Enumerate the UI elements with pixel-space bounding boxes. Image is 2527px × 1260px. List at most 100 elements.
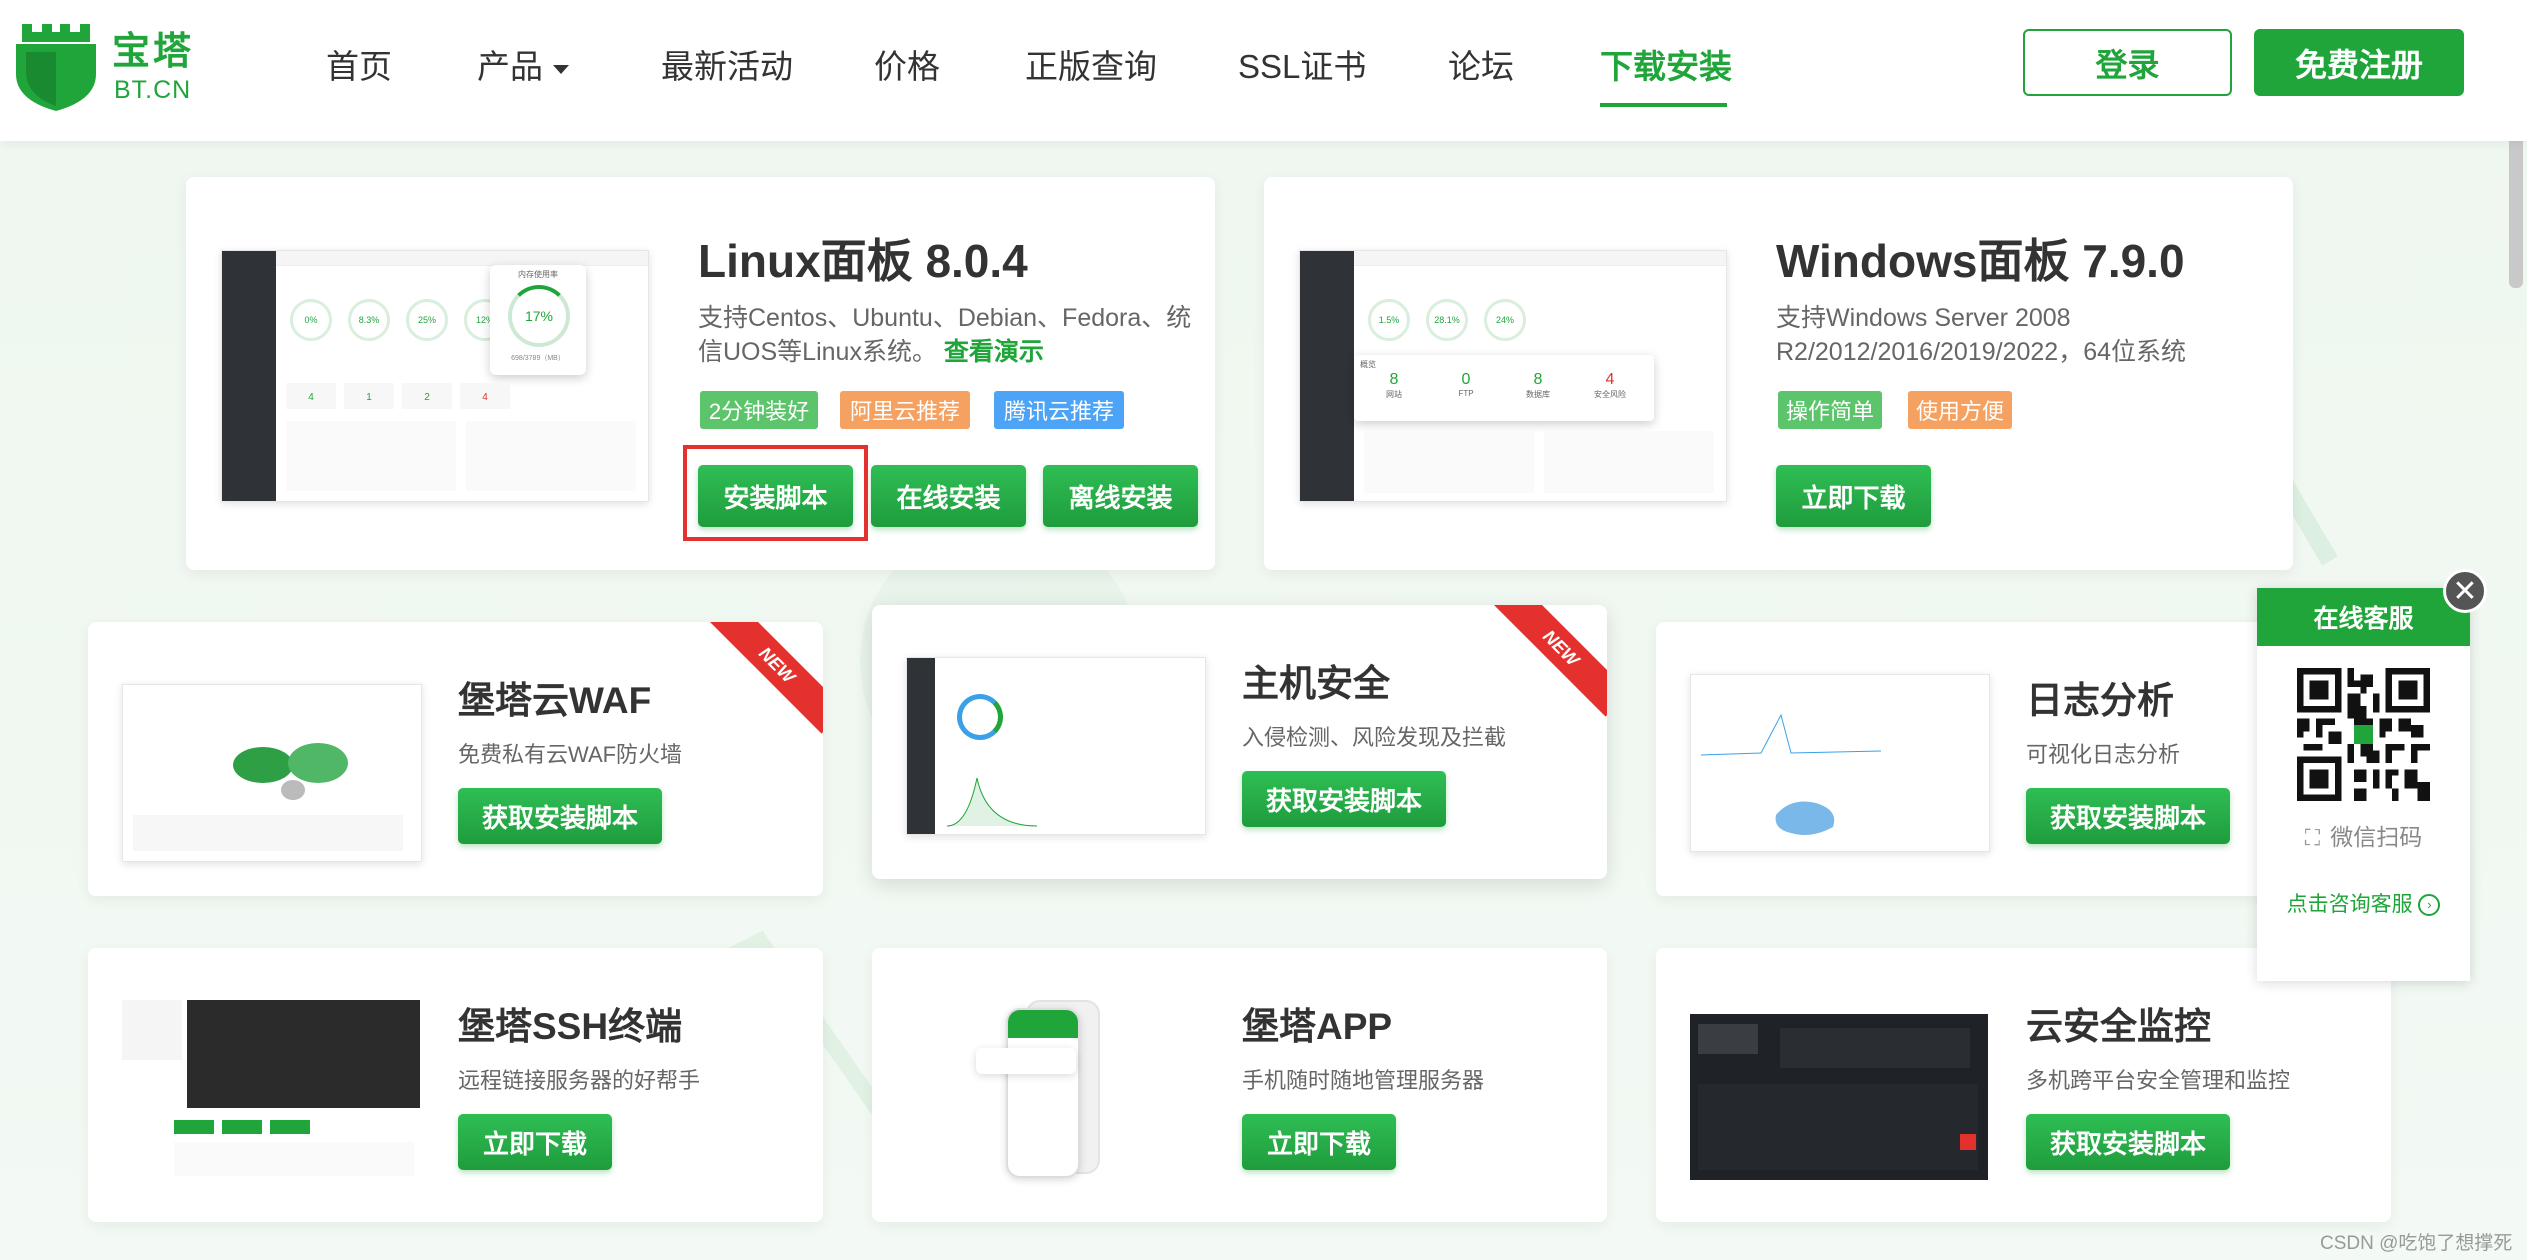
get-script-button[interactable]: 获取安装脚本 xyxy=(2026,1114,2230,1170)
get-script-button[interactable]: 获取安装脚本 xyxy=(2026,788,2230,844)
nav-download[interactable]: 下载安装 xyxy=(1600,40,1732,88)
mock-overview-label: 概览 xyxy=(1360,360,1376,369)
get-script-button[interactable]: 获取安装脚本 xyxy=(458,788,662,844)
scan-icon: ⛶ xyxy=(2304,825,2321,850)
cloud-monitor-screenshot xyxy=(1690,1014,1988,1180)
nav-forum[interactable]: 论坛 xyxy=(1448,40,1514,88)
donut-chart-icon xyxy=(957,694,1003,740)
mock-gauge-cpu: 0% xyxy=(290,299,332,341)
login-button[interactable]: 登录 xyxy=(2023,29,2232,96)
host-security-screenshot xyxy=(906,657,1206,835)
close-icon[interactable]: ✕ xyxy=(2443,569,2487,613)
mock-overview-popup: 概览 8 网站 0 FTP 8 数据库 4 安全风险 xyxy=(1354,355,1654,421)
line-chart-icon xyxy=(947,777,1037,827)
nav-license-check[interactable]: 正版查询 xyxy=(1025,40,1157,88)
mock-memory-sub: 698/3789（MB） xyxy=(511,355,565,362)
windows-download-button[interactable]: 立即下载 xyxy=(1776,465,1931,527)
mock-stat-site: 8 网站 xyxy=(1364,371,1424,400)
mock-software-grid xyxy=(1364,431,1534,493)
caret-down-icon xyxy=(553,64,569,74)
linux-panel-title: Linux面板 8.0.4 xyxy=(698,235,1028,287)
logo-text[interactable]: 宝塔 xyxy=(112,20,194,75)
nav-products[interactable]: 产品 xyxy=(477,40,569,88)
product-title: 堡塔云WAF xyxy=(458,680,652,721)
tag-tencent: 腾讯云推荐 xyxy=(994,391,1124,429)
service-scan-label: 微信扫码 xyxy=(2330,824,2423,850)
log-analysis-screenshot xyxy=(1690,674,1990,852)
monitor-table xyxy=(1698,1084,1978,1170)
bt-logo-icon[interactable] xyxy=(14,14,98,112)
alert-chip xyxy=(1960,1134,1976,1150)
line-chart-icon xyxy=(1701,713,1881,756)
logo-domain[interactable]: BT.CN xyxy=(114,76,191,105)
app-screenshot xyxy=(976,1000,1136,1178)
product-card-cloud-monitor: 云安全监控 多机跨平台安全管理和监控 获取安装脚本 xyxy=(1656,948,2391,1222)
product-title: 日志分析 xyxy=(2026,680,2174,721)
waf-table xyxy=(133,815,403,851)
get-script-button[interactable]: 获取安装脚本 xyxy=(1242,771,1446,827)
tag-easy: 操作简单 xyxy=(1778,391,1882,429)
product-desc: 手机随时随地管理服务器 xyxy=(1242,1068,1485,1093)
mock-count-risk: 4 xyxy=(460,383,510,409)
windows-panel-title: Windows面板 7.9.0 xyxy=(1776,235,2185,287)
product-card-host-security: 主机安全 入侵检测、风险发现及拦截 获取安装脚本 NEW xyxy=(872,605,1607,879)
mock-sidebar xyxy=(222,251,276,501)
mock-count-ftp: 1 xyxy=(344,383,394,409)
product-card-ssh: 堡塔SSH终端 远程链接服务器的好帮手 立即下载 xyxy=(88,948,823,1222)
online-service-widget: 在线客服 ⛶ 微信扫码 点击咨询客服 › xyxy=(2257,588,2470,981)
mock-stat-value: 8 xyxy=(1389,371,1399,388)
mock-stat-value: 0 xyxy=(1461,371,1471,388)
mock-topbar xyxy=(276,251,648,266)
monitor-dots-panel xyxy=(1780,1028,1970,1068)
mock-memory-gauge: 17% xyxy=(508,285,570,347)
mock-traffic-chart xyxy=(466,421,636,491)
download-button[interactable]: 立即下载 xyxy=(458,1114,612,1170)
china-map-icon xyxy=(1775,801,1835,835)
terminal-window xyxy=(187,1000,420,1108)
app-popup xyxy=(976,1048,1076,1074)
phone-front xyxy=(1006,1008,1080,1178)
register-button[interactable]: 免费注册 xyxy=(2254,29,2464,96)
mock-traffic-chart xyxy=(1544,431,1714,493)
nav-home[interactable]: 首页 xyxy=(326,40,392,88)
new-badge-text: NEW xyxy=(1492,605,1607,717)
world-map-icon xyxy=(233,743,348,800)
download-button[interactable]: 立即下载 xyxy=(1242,1114,1396,1170)
mock-stat-value: 4 xyxy=(1605,371,1615,388)
waf-screenshot xyxy=(122,684,422,862)
product-card-app: 堡塔APP 手机随时随地管理服务器 立即下载 xyxy=(872,948,1607,1222)
mock-gauge-mem: 28.1% xyxy=(1426,299,1468,341)
windows-panel-screenshot: 1.5% 28.1% 24% 概览 8 网站 0 FTP 8 数据库 4 安全风险 xyxy=(1299,250,1727,502)
service-link-label: 点击咨询客服 xyxy=(2286,893,2413,916)
product-title: 堡塔SSH终端 xyxy=(458,1006,683,1047)
product-title: 云安全监控 xyxy=(2026,1006,2211,1047)
offline-install-button[interactable]: 离线安装 xyxy=(1043,465,1198,527)
mock-stat-value: 8 xyxy=(1533,371,1543,388)
service-title[interactable]: 在线客服 xyxy=(2257,588,2470,646)
ssh-action-chip xyxy=(270,1120,310,1134)
online-install-button[interactable]: 在线安装 xyxy=(871,465,1026,527)
mock-gauge-cpu: 1.5% xyxy=(1368,299,1410,341)
nav-ssl[interactable]: SSL证书 xyxy=(1238,40,1366,88)
mock-count-site: 4 xyxy=(286,383,336,409)
demo-link[interactable]: 查看演示 xyxy=(944,338,1044,366)
mock-stat-label: 网站 xyxy=(1386,390,1402,399)
tag-quick-install: 2分钟装好 xyxy=(700,391,818,429)
product-title: 主机安全 xyxy=(1242,663,1390,704)
qr-code-icon xyxy=(2297,668,2430,801)
linux-panel-desc: 支持Centos、Ubuntu、Debian、Fedora、统信UOS等Linu… xyxy=(698,301,1198,369)
mock-gauge-mem: 25% xyxy=(406,299,448,341)
mock-stat-ftp: 0 FTP xyxy=(1436,371,1496,398)
mock-stat-db: 8 数据库 xyxy=(1508,371,1568,400)
mock-count-db: 2 xyxy=(402,383,452,409)
service-consult-link[interactable]: 点击咨询客服 › xyxy=(2257,888,2470,918)
highlight-box xyxy=(683,445,868,541)
nav-activities[interactable]: 最新活动 xyxy=(661,40,793,88)
linux-panel-screenshot: 0% 8.3% 25% 12% 内存使用率 17% 698/3789（MB） 4… xyxy=(221,250,649,502)
nav-pricing[interactable]: 价格 xyxy=(874,40,940,88)
product-title: 堡塔APP xyxy=(1242,1006,1393,1047)
mock-memory-popup: 内存使用率 17% 698/3789（MB） xyxy=(490,265,586,375)
app-header-bar xyxy=(1008,1010,1078,1038)
site-header: 宝塔 BT.CN 首页 产品 最新活动 价格 正版查询 SSL证书 论坛 下载安… xyxy=(0,0,2527,141)
nav-active-indicator xyxy=(1600,103,1727,107)
